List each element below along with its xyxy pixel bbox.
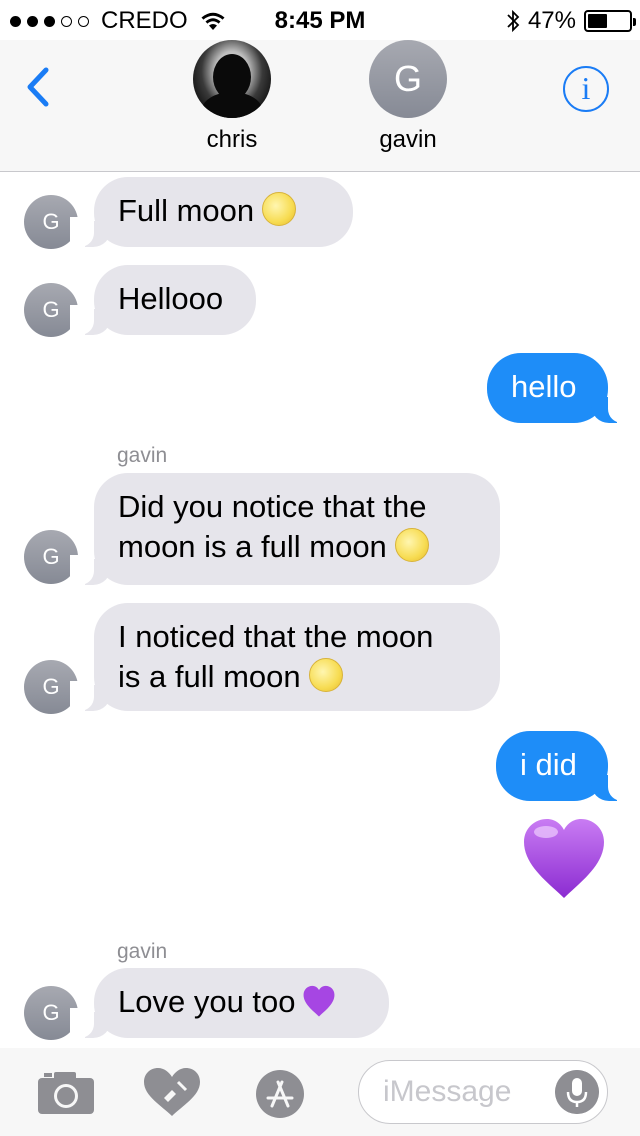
avatar: G [369,40,447,118]
camera-icon[interactable] [36,1068,96,1118]
sender-name: gavin [117,940,168,963]
purple-heart-icon[interactable] [520,816,608,900]
battery-level-fill [588,14,607,28]
status-bar: CREDO 8:45 PM 47% [0,0,640,40]
info-icon[interactable]: i [563,66,609,112]
avatar [193,40,271,118]
message-text-line: I noticed that the moon [118,619,434,654]
conversation-header: chris G gavin i [0,40,640,172]
message-text: Full moon [118,193,255,228]
message-text: hello [511,369,577,404]
chevron-left-icon[interactable] [20,64,60,110]
message-bubble-incoming[interactable]: Full moon [70,177,353,247]
sender-name: gavin [117,444,168,467]
digital-touch-heart-icon[interactable] [142,1068,202,1118]
battery-icon [584,10,636,32]
message-bubble-outgoing[interactable]: hello [487,353,632,423]
message-bubble-outgoing[interactable]: i did [496,731,632,801]
battery-percent: 47% [527,7,576,34]
purple-heart-icon [303,985,334,1017]
message-input-bar: iMessage [0,1048,640,1136]
participant-name: gavin [379,126,437,153]
message-bubble-incoming[interactable]: Hellooo [70,265,256,335]
message-text: Love you too [118,984,296,1019]
participant-chris[interactable]: chris [172,40,292,154]
full-moon-icon [308,658,343,692]
bluetooth-icon [507,9,520,33]
message-bubble-incoming[interactable]: Did you notice that the moon is a full m… [70,473,500,585]
app-store-icon[interactable] [248,1068,308,1118]
message-bubble-incoming[interactable]: Love you too [70,968,389,1038]
message-text-line: is a full moon [118,659,301,694]
input-placeholder: iMessage [383,1075,512,1108]
participant-name: chris [206,126,258,153]
message-text-line: Did you notice that the [118,489,427,524]
message-bubble-incoming[interactable]: I noticed that the moon is a full moon [70,603,500,711]
full-moon-icon [394,528,429,562]
full-moon-icon [262,192,297,226]
microphone-icon[interactable] [555,1070,599,1114]
message-text: i did [520,747,577,782]
participant-gavin[interactable]: G gavin [348,40,468,154]
message-text: Hellooo [118,281,224,316]
battery-group: 47% [506,7,636,35]
imessage-input[interactable]: iMessage [358,1060,608,1124]
message-text-line: moon is a full moon [118,529,387,564]
